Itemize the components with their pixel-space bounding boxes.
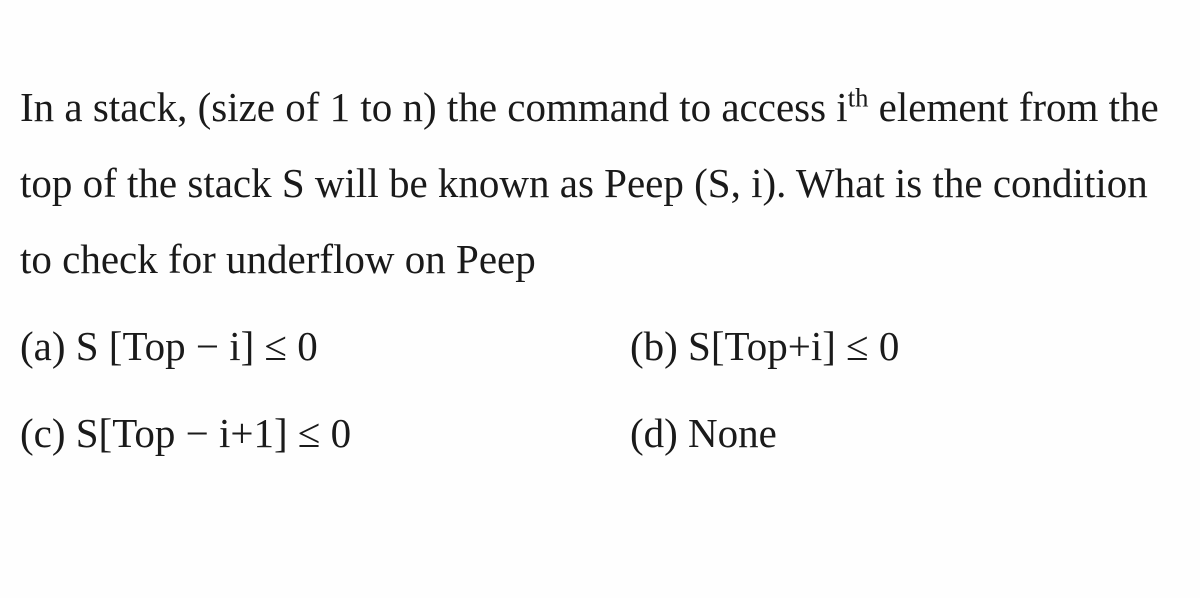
- options-grid: (a) S [Top − i] ≤ 0 (b) S[Top+i] ≤ 0 (c)…: [20, 318, 1180, 463]
- option-b: (b) S[Top+i] ≤ 0: [630, 318, 1180, 375]
- question-part1: In a stack, (size of 1 to n) the command…: [20, 84, 848, 130]
- option-a: (a) S [Top − i] ≤ 0: [20, 318, 570, 375]
- question-superscript: th: [848, 82, 869, 112]
- question-text: In a stack, (size of 1 to n) the command…: [20, 70, 1180, 298]
- option-d: (d) None: [630, 405, 1180, 462]
- option-c: (c) S[Top − i+1] ≤ 0: [20, 405, 570, 462]
